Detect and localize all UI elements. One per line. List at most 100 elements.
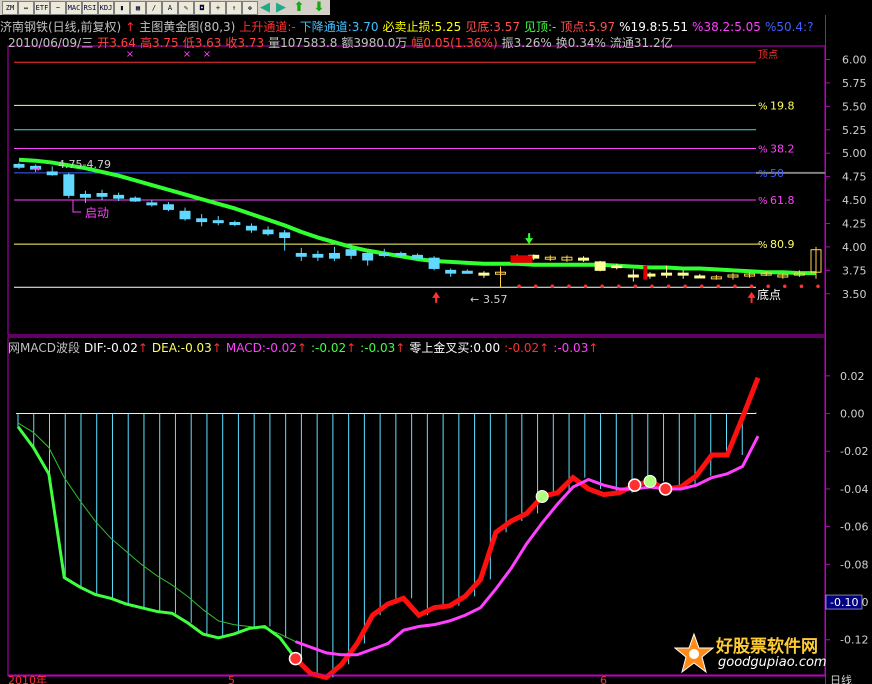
candle-body: [279, 232, 291, 239]
macd-dea: DEA:-0.03: [151, 341, 212, 355]
zoom-in-icon[interactable]: +: [210, 1, 226, 15]
candle: [594, 260, 606, 272]
left-green-arrow-icon[interactable]: ◀: [258, 0, 272, 15]
candle-body: [627, 274, 639, 278]
price-tick-label: 3.75: [842, 264, 867, 277]
macd-pane-frame: [7, 336, 826, 677]
wave-icon[interactable]: ~: [50, 1, 66, 15]
zoom-icon[interactable]: ZM: [2, 1, 18, 15]
candle-body: [328, 252, 340, 259]
candle-body: [79, 193, 91, 198]
fib-percent-sign: %: [758, 101, 768, 112]
red-arrow-icon: ↑: [137, 341, 148, 355]
support-dot: [616, 284, 621, 289]
candle-body: [445, 269, 457, 274]
candle: [428, 256, 440, 271]
support-dot: [666, 284, 671, 289]
support-dot: [799, 284, 804, 289]
price-tick-label: 5.00: [842, 147, 867, 160]
move-icon[interactable]: ✥: [242, 1, 258, 15]
candle: [63, 172, 75, 199]
fib-label: 61.8: [770, 194, 795, 207]
candle-body: [461, 270, 473, 274]
price-tick-label: 4.75: [842, 171, 867, 184]
candle: [162, 201, 174, 212]
month-5-label: 5: [228, 674, 235, 684]
candle: [146, 200, 158, 207]
support-dot: [533, 284, 538, 289]
kdj-icon[interactable]: KDJ: [98, 1, 114, 15]
macd-tick-label: -0.04: [840, 483, 868, 496]
fib-label: 80.9: [770, 238, 795, 251]
candle: [129, 196, 141, 202]
pen-icon[interactable]: ✎: [178, 1, 194, 15]
right-green-arrow-icon[interactable]: ▶: [274, 0, 288, 15]
low-label: 3.57: [483, 293, 508, 306]
line-icon[interactable]: /: [146, 1, 162, 15]
macd-tick-label: 0.02: [840, 370, 865, 383]
candle-body: [661, 272, 673, 276]
buy-signal-ball-icon: [288, 651, 303, 666]
red-arrow-icon: ↑: [588, 341, 599, 355]
fib-label: 19.8: [770, 99, 795, 112]
red-arrow-icon: ↑: [296, 341, 307, 355]
candle: [627, 269, 639, 282]
rsi-icon[interactable]: RSI: [82, 1, 98, 15]
up-arrow-icon[interactable]: ↑: [226, 1, 242, 15]
fib-percent-sign: %: [758, 240, 768, 251]
candle: [544, 255, 556, 261]
watermark-url: goodgupiao.com: [718, 655, 827, 670]
main-pane-frame: [7, 45, 826, 336]
candle-body: [262, 229, 274, 235]
candle-body: [694, 275, 706, 279]
bar-icon[interactable]: ▦: [130, 1, 146, 15]
candle-body: [412, 254, 423, 259]
macd-value: MACD:-0.02: [225, 341, 297, 355]
macd-tick-label: -0.06: [840, 521, 868, 534]
price-tick-label: 3.50: [842, 288, 867, 301]
candle-body: [578, 257, 590, 261]
up-green-arrow-icon[interactable]: ⬆: [292, 0, 306, 15]
candle-body: [146, 202, 158, 206]
sell-signal-ball-icon: [535, 489, 549, 503]
candle: [96, 189, 108, 201]
candle-body: [362, 252, 374, 261]
lock-icon[interactable]: ◘: [194, 1, 210, 15]
dea-line: [17, 422, 759, 656]
candle: [212, 215, 224, 226]
top-marker-x: ×: [203, 49, 211, 60]
top-marker-x: ×: [183, 49, 191, 60]
support-dot: [567, 284, 571, 289]
candle: [412, 253, 423, 260]
quote-turnover: 换0.34%: [555, 36, 606, 50]
candle-body: [162, 204, 174, 210]
price-tick-label: 5.75: [842, 77, 867, 90]
drag-icon[interactable]: ↔: [18, 1, 34, 15]
watermark-logo: 好股票软件网 goodgupiao.com: [674, 630, 864, 678]
quote-date: 2010/06/09/三: [8, 36, 94, 50]
quote-close: 收3.73: [225, 36, 265, 50]
candle: [561, 255, 573, 262]
start-label: 启动: [85, 206, 109, 220]
candle: [196, 214, 208, 227]
red-signal-bar: [643, 265, 648, 280]
price-tick-label: 5.25: [842, 124, 867, 137]
candle-icon[interactable]: ▮: [114, 1, 130, 15]
down-green-arrow-icon[interactable]: ⬇: [312, 0, 326, 15]
candle: [279, 230, 291, 251]
support-dot: [782, 284, 787, 289]
quote-float: 流通31.2亿: [609, 36, 673, 50]
support-dot: [583, 284, 588, 289]
text-icon[interactable]: A: [162, 1, 178, 15]
support-dot: [517, 284, 521, 289]
etf-icon[interactable]: ETF: [34, 1, 50, 15]
quote-change: 幅0.05(1.36%): [411, 36, 498, 50]
top-marker-x: ×: [126, 49, 134, 60]
watermark-title: 好股票软件网: [716, 637, 818, 657]
stock-name: 济南钢铁(日线,前复权): [0, 20, 122, 34]
toolbar: ZM ↔ ETF ~ MAC RSI KDJ ▮ ▦ / A ✎ ◘ + ↑ ✥…: [0, 0, 330, 15]
star-logo-icon: [674, 632, 714, 674]
fib-percent-sign: %: [758, 145, 768, 156]
support-dot: [733, 284, 737, 289]
macd-icon[interactable]: MAC: [66, 1, 82, 15]
